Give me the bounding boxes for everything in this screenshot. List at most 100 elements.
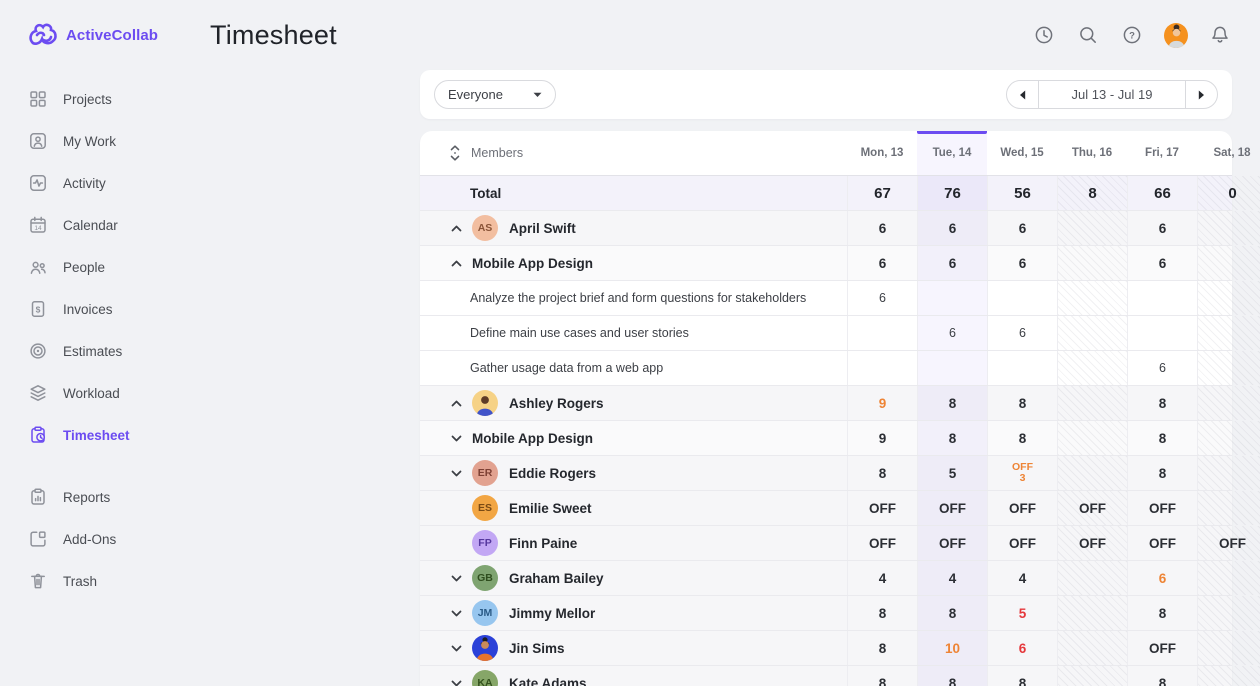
time-cell[interactable]: 9 <box>847 421 917 455</box>
time-cell[interactable]: 8 <box>847 666 917 686</box>
time-cell[interactable] <box>1057 281 1127 315</box>
sidebar-item-activity[interactable]: Activity <box>28 162 210 204</box>
time-cell[interactable]: 56 <box>987 176 1057 210</box>
time-cell[interactable]: OFF <box>987 526 1057 560</box>
time-cell[interactable] <box>1057 666 1127 686</box>
time-cell[interactable]: 6 <box>987 246 1057 280</box>
time-cell[interactable] <box>1127 316 1197 350</box>
time-cell[interactable]: OFF <box>1127 491 1197 525</box>
time-cell[interactable]: 8 <box>1127 421 1197 455</box>
time-cell[interactable]: 67 <box>847 176 917 210</box>
sidebar-item-timesheet[interactable]: Timesheet <box>28 414 210 456</box>
time-cell[interactable] <box>1197 246 1260 280</box>
time-cell[interactable]: 4 <box>987 561 1057 595</box>
collapse-chevron[interactable] <box>450 397 462 409</box>
time-cell[interactable] <box>1197 281 1260 315</box>
time-cell[interactable]: OFF <box>917 526 987 560</box>
time-cell[interactable]: 5 <box>987 596 1057 630</box>
time-cell[interactable]: OFF <box>847 491 917 525</box>
time-cell[interactable] <box>1057 421 1127 455</box>
date-range-value[interactable]: Jul 13 - Jul 19 <box>1038 81 1186 108</box>
time-cell[interactable]: 6 <box>917 211 987 245</box>
sidebar-item-reports[interactable]: Reports <box>28 476 210 518</box>
expand-chevron[interactable] <box>450 572 462 584</box>
time-cell[interactable]: 76 <box>917 176 987 210</box>
time-cell[interactable] <box>1197 491 1260 525</box>
sidebar-item-invoices[interactable]: $Invoices <box>28 288 210 330</box>
time-cell[interactable]: 66 <box>1127 176 1197 210</box>
time-cell[interactable]: 6 <box>1127 211 1197 245</box>
time-cell[interactable] <box>1197 211 1260 245</box>
brand-logo[interactable]: ActiveCollab <box>28 22 210 48</box>
time-cell[interactable]: 6 <box>1127 351 1197 385</box>
next-week-button[interactable] <box>1186 81 1217 108</box>
sidebar-item-estimates[interactable]: Estimates <box>28 330 210 372</box>
sidebar-item-calendar[interactable]: 14Calendar <box>28 204 210 246</box>
time-cell[interactable] <box>1197 351 1260 385</box>
time-cell[interactable] <box>1197 631 1260 665</box>
time-cell[interactable]: OFF <box>847 526 917 560</box>
time-cell[interactable] <box>1057 596 1127 630</box>
time-cell[interactable]: 8 <box>847 631 917 665</box>
time-cell[interactable]: OFF3 <box>987 456 1057 490</box>
time-cell[interactable] <box>847 316 917 350</box>
time-cell[interactable] <box>1197 316 1260 350</box>
time-cell[interactable]: 8 <box>917 386 987 420</box>
time-cell[interactable]: 8 <box>1127 666 1197 686</box>
time-cell[interactable]: 6 <box>917 316 987 350</box>
time-cell[interactable] <box>917 351 987 385</box>
collapse-chevron[interactable] <box>450 222 462 234</box>
time-cell[interactable] <box>1057 316 1127 350</box>
time-cell[interactable]: OFF <box>1057 491 1127 525</box>
time-cell[interactable]: 8 <box>917 666 987 686</box>
time-cell[interactable]: OFF <box>1057 526 1127 560</box>
time-cell[interactable] <box>847 351 917 385</box>
time-cell[interactable]: 8 <box>917 421 987 455</box>
time-cell[interactable]: 8 <box>1057 176 1127 210</box>
sidebar-item-workload[interactable]: Workload <box>28 372 210 414</box>
time-cell[interactable] <box>1127 281 1197 315</box>
expand-chevron[interactable] <box>450 432 462 444</box>
time-cell[interactable]: 8 <box>987 421 1057 455</box>
time-cell[interactable]: 6 <box>987 631 1057 665</box>
expand-chevron[interactable] <box>450 467 462 479</box>
time-cell[interactable] <box>1197 561 1260 595</box>
time-cell[interactable] <box>1197 421 1260 455</box>
search-button[interactable] <box>1076 23 1100 47</box>
expand-chevron[interactable] <box>450 642 462 654</box>
time-cell[interactable]: 8 <box>1127 456 1197 490</box>
day-column-header[interactable]: Sat, 18 <box>1197 131 1260 175</box>
time-cell[interactable]: 6 <box>847 211 917 245</box>
sidebar-item-trash[interactable]: Trash <box>28 560 210 602</box>
time-cell[interactable] <box>1057 351 1127 385</box>
expand-chevron[interactable] <box>450 607 462 619</box>
help-button[interactable]: ? <box>1120 23 1144 47</box>
time-cell[interactable]: 8 <box>847 456 917 490</box>
time-cell[interactable]: 9 <box>847 386 917 420</box>
time-cell[interactable] <box>1057 631 1127 665</box>
time-cell[interactable]: 6 <box>847 246 917 280</box>
time-cell[interactable]: 4 <box>917 561 987 595</box>
sort-members-icon[interactable] <box>450 145 460 161</box>
time-cell[interactable]: 6 <box>917 246 987 280</box>
time-cell[interactable]: 0 <box>1197 176 1260 210</box>
time-cell[interactable] <box>1197 666 1260 686</box>
time-cell[interactable]: OFF <box>917 491 987 525</box>
time-cell[interactable]: 6 <box>987 211 1057 245</box>
time-cell[interactable]: 8 <box>847 596 917 630</box>
user-avatar[interactable] <box>1164 23 1188 47</box>
notifications-bell-button[interactable] <box>1208 23 1232 47</box>
collapse-chevron[interactable] <box>450 257 462 269</box>
time-cell[interactable]: 5 <box>917 456 987 490</box>
time-cell[interactable] <box>1197 456 1260 490</box>
time-cell[interactable]: 8 <box>1127 596 1197 630</box>
time-cell[interactable] <box>1057 386 1127 420</box>
time-cell[interactable]: 6 <box>1127 561 1197 595</box>
day-column-header[interactable]: Wed, 15 <box>987 131 1057 175</box>
time-cell[interactable]: OFF <box>1127 631 1197 665</box>
prev-week-button[interactable] <box>1007 81 1038 108</box>
time-cell[interactable]: 6 <box>987 316 1057 350</box>
day-column-header[interactable]: Mon, 13 <box>847 131 917 175</box>
time-cell[interactable] <box>1057 246 1127 280</box>
time-cell[interactable]: 6 <box>1127 246 1197 280</box>
